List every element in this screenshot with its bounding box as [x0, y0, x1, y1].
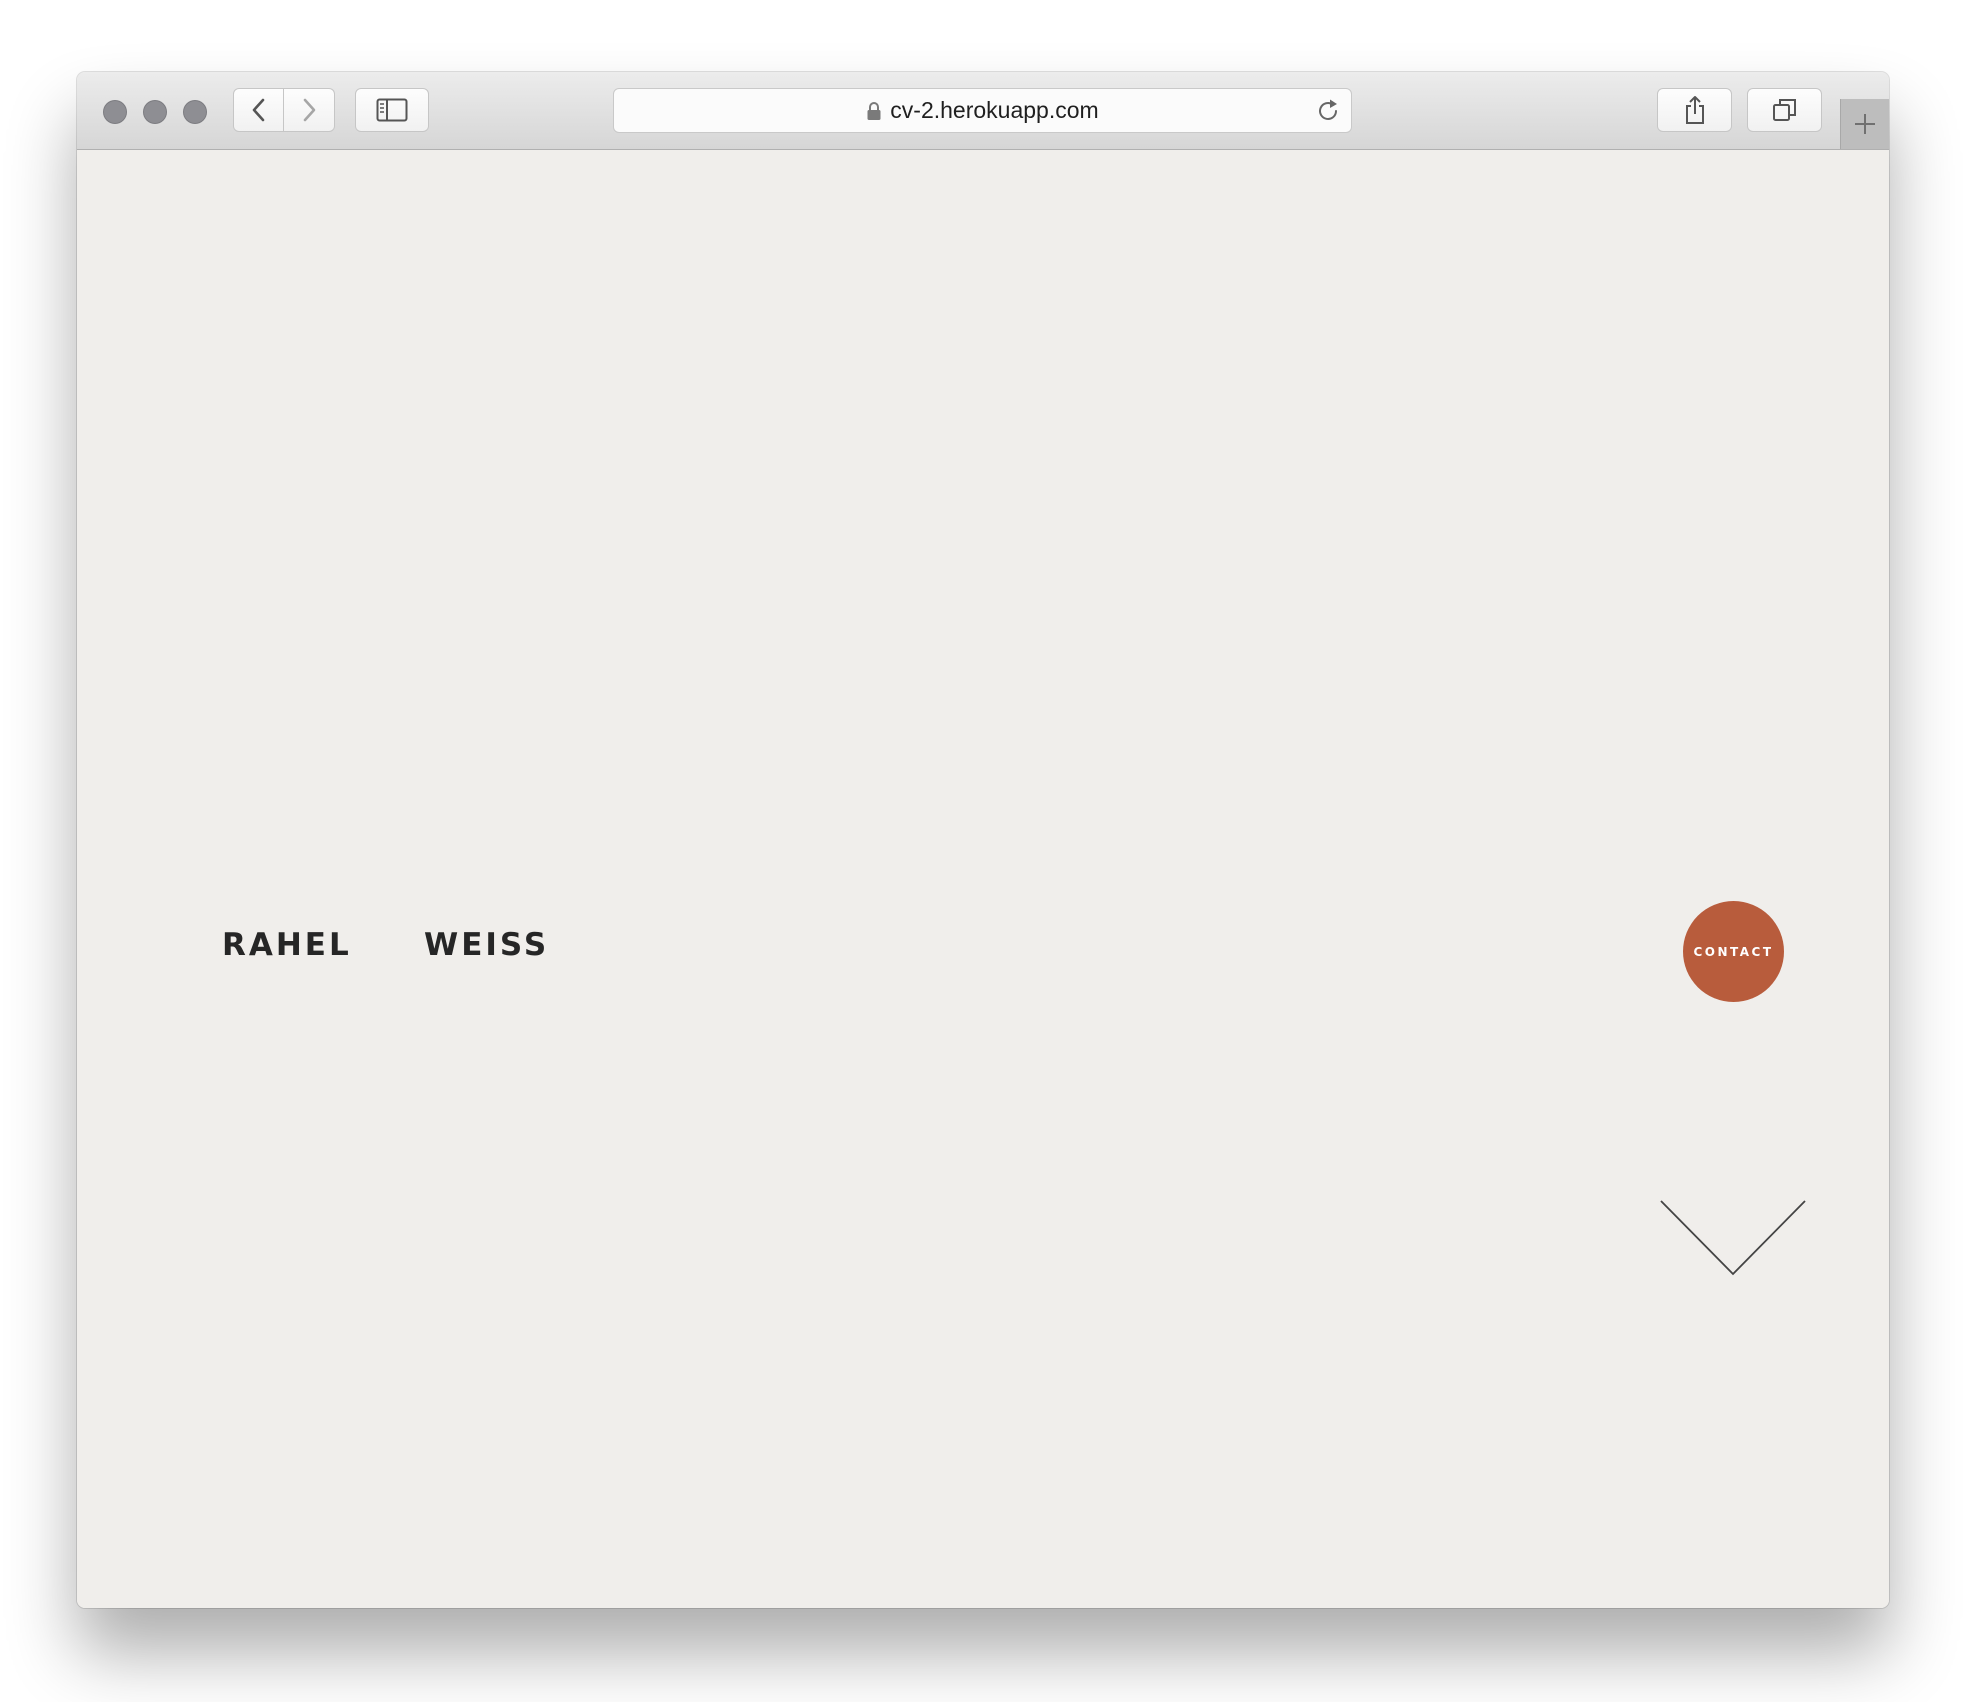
- show-tabs-button[interactable]: [1747, 88, 1822, 132]
- sidebar-toggle-button[interactable]: [355, 88, 429, 132]
- new-tab-button[interactable]: [1840, 99, 1889, 149]
- chevron-down-icon[interactable]: [1660, 1200, 1806, 1276]
- zoom-window-button[interactable]: [183, 100, 207, 124]
- first-name: RAHEL: [222, 927, 352, 963]
- back-button[interactable]: [233, 88, 284, 132]
- browser-toolbar: cv-2.herokuapp.com: [77, 72, 1889, 150]
- address-bar[interactable]: cv-2.herokuapp.com: [613, 88, 1352, 133]
- chevron-left-icon: [252, 98, 264, 122]
- last-name: WEISS: [424, 927, 550, 963]
- share-icon: [1685, 96, 1704, 124]
- forward-button[interactable]: [284, 88, 335, 132]
- chevron-right-icon: [303, 98, 316, 122]
- lock-icon: [867, 101, 881, 120]
- minimize-window-button[interactable]: [143, 100, 167, 124]
- share-button[interactable]: [1657, 88, 1732, 132]
- reload-icon[interactable]: [1315, 98, 1341, 124]
- contact-button[interactable]: CONTACT: [1683, 901, 1784, 1002]
- sidebar-icon: [376, 98, 408, 122]
- tabs-icon: [1772, 99, 1796, 121]
- plus-icon: [1855, 114, 1875, 134]
- page-content: RAHEL WEISS CONTACT: [77, 150, 1889, 1608]
- url-text: cv-2.herokuapp.com: [890, 97, 1099, 123]
- browser-window: cv-2.herokuapp.com RAHEL WEISS CONTACT: [77, 72, 1889, 1608]
- contact-button-label: CONTACT: [1693, 944, 1774, 959]
- close-window-button[interactable]: [103, 100, 127, 124]
